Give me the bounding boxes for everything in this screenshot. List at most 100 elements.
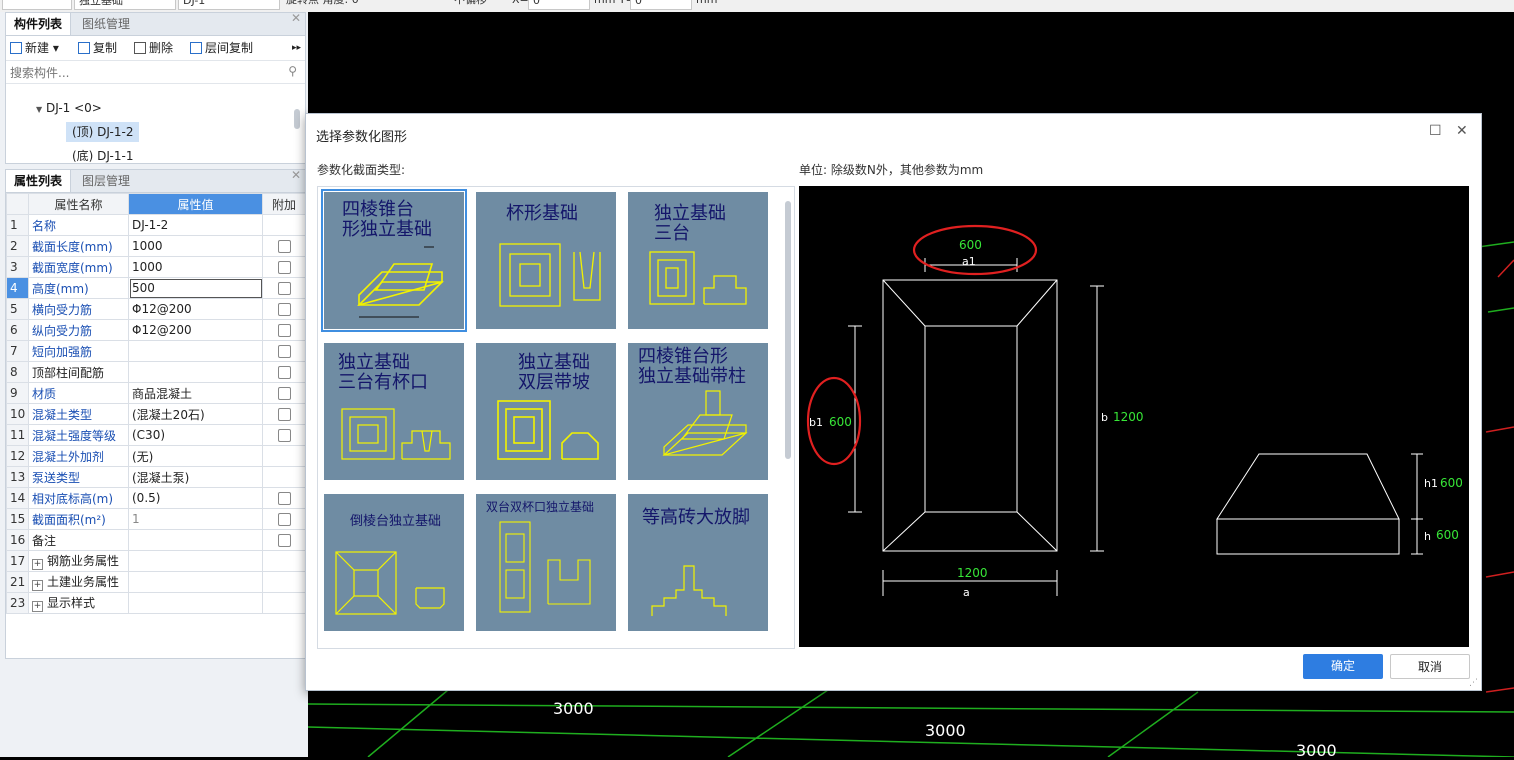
shape-option-4[interactable]: 独立基础 三台有杯口 [320,339,468,483]
extra-cell [262,550,306,572]
property-value[interactable] [128,361,263,383]
delete-button[interactable]: 删除 [134,40,173,56]
property-name: 混凝土外加剂 [28,445,129,467]
extra-checkbox[interactable] [277,345,291,358]
property-value[interactable] [128,340,263,362]
new-button[interactable]: 新建 ▾ [10,40,59,56]
cancel-button[interactable]: 取消 [1390,654,1470,679]
extra-checkbox[interactable] [277,261,291,274]
close-icon[interactable]: ✕ [291,11,301,25]
extra-checkbox[interactable] [277,366,291,379]
expand-caret-icon[interactable]: ▼ [36,105,42,114]
property-value[interactable]: DJ-1-2 [128,214,263,236]
property-value[interactable]: 1000 [128,256,263,278]
shape-option-2[interactable]: 杯形基础 [472,188,620,332]
table-row-group[interactable]: 17 + 钢筋业务属性 [6,550,306,572]
tab-drawing-management[interactable]: 图纸管理 [74,13,138,35]
close-icon[interactable]: ✕ [1456,123,1468,139]
cad-dimension: 3000 [925,721,966,740]
b-label: b [1101,411,1108,424]
close-icon[interactable]: ✕ [291,168,301,182]
maximize-icon[interactable]: ☐ [1429,123,1442,139]
tab-property-list[interactable]: 属性列表 [6,170,72,192]
property-name: 横向受力筋 [28,298,129,320]
header-index [6,193,29,215]
component-type-select[interactable]: 独立基础 [74,0,176,10]
expand-plus-icon[interactable]: + [32,580,43,591]
extra-checkbox[interactable] [277,513,291,526]
expand-plus-icon[interactable]: + [32,559,43,570]
search-icon[interactable]: ⚲ [288,64,297,78]
table-row: 15 截面面积(m²) 1 [6,508,306,530]
tree-item-dj1-1[interactable]: (底) DJ-1-1 [72,146,133,166]
property-value [128,550,263,572]
shape-option-7[interactable]: 倒棱台独立基础 [320,490,468,634]
extra-checkbox[interactable] [277,240,291,253]
copy-label: 复制 [93,41,118,55]
tree-item-dj1[interactable]: ▼ DJ-1 <0> [36,98,102,118]
row-number: 13 [6,466,29,488]
rotate-angle-field[interactable]: 旋转点 角度: 0 [282,0,444,8]
property-value[interactable]: Φ12@200 [128,319,263,341]
component-tabs: 构件列表 图纸管理 ✕ [6,11,305,36]
search-input[interactable] [8,63,282,82]
property-value[interactable]: (无) [128,445,263,467]
extra-checkbox[interactable] [277,282,291,295]
gallery-scrollbar[interactable] [785,201,791,459]
shape-option-5[interactable]: 独立基础 双层带坡 [472,339,620,483]
property-value[interactable]: 商品混凝土 [128,382,263,404]
top-input-1[interactable] [2,0,72,10]
property-value-editing[interactable]: 500 [128,277,263,299]
tree-scrollbar[interactable] [294,109,300,129]
property-value[interactable]: 1000 [128,235,263,257]
table-row-group[interactable]: 23 + 显示样式 [6,592,306,614]
extra-checkbox[interactable] [277,534,291,547]
extra-checkbox[interactable] [277,492,291,505]
table-row: 16 备注 [6,529,306,551]
resize-grip-icon[interactable]: ⋰ [1469,678,1478,688]
more-icon[interactable]: ▸▸ [292,40,301,56]
property-value[interactable]: Φ12@200 [128,298,263,320]
copy-button[interactable]: 复制 [78,40,117,56]
shape-option-8[interactable]: 双台双杯口独立基础 [472,490,620,634]
shape-thumbnail: 四棱锥台 形独立基础 [321,189,467,332]
property-value[interactable]: (C30) [128,424,263,446]
floor-copy-button[interactable]: 层间复制 [190,40,253,56]
shape-option-1[interactable]: 四棱锥台 形独立基础 [320,188,468,332]
property-value[interactable]: (0.5) [128,487,263,509]
shape-option-9[interactable]: 等高砖大放脚 [624,490,772,634]
table-row: 10 混凝土类型 (混凝土20石) [6,403,306,425]
component-name-select[interactable]: DJ-1 [178,0,280,10]
expand-plus-icon[interactable]: + [32,601,43,612]
extra-cell [262,445,306,467]
extra-checkbox[interactable] [277,387,291,400]
tab-component-list[interactable]: 构件列表 [6,13,72,35]
shape-option-6[interactable]: 四棱锥台形 独立基础带柱 [624,339,772,483]
y-offset-input[interactable]: 0 [630,0,692,10]
tab-layer-management[interactable]: 图层管理 [74,170,138,192]
table-row-group[interactable]: 21 + 土建业务属性 [6,571,306,593]
h1-label: h1 [1424,477,1438,490]
extra-checkbox[interactable] [277,408,291,421]
property-name: 短向加强筋 [28,340,129,362]
property-value[interactable] [128,529,263,551]
tree-item-dj1-2[interactable]: (顶) DJ-1-2 [66,122,140,142]
ok-button[interactable]: 确定 [1303,654,1383,679]
property-value[interactable]: (混凝土泵) [128,466,263,488]
shape-option-3[interactable]: 独立基础 三台 [624,188,772,332]
row-number: 23 [6,592,29,614]
property-value[interactable]: (混凝土20石) [128,403,263,425]
x-offset-input[interactable]: 0 [528,0,590,10]
b-value: 1200 [1113,410,1144,424]
extra-checkbox[interactable] [277,429,291,442]
mm-y-label: mm Y= [590,0,634,8]
cad-dimension: 3000 [553,699,594,718]
group-label: 土建业务属性 [47,575,120,589]
offset-select[interactable]: 不偏移 [450,0,506,8]
table-row: 6 纵向受力筋 Φ12@200 [6,319,306,341]
extra-checkbox[interactable] [277,303,291,316]
component-list-panel: 构件列表 图纸管理 ✕ 新建 ▾ 复制 删除 层间复制 ▸▸ ⚲ ▼ DJ-1 … [5,11,306,166]
table-row: 14 相对底标高(m) (0.5) [6,487,306,509]
cad-dimension: 3000 [1296,741,1337,760]
extra-checkbox[interactable] [277,324,291,337]
